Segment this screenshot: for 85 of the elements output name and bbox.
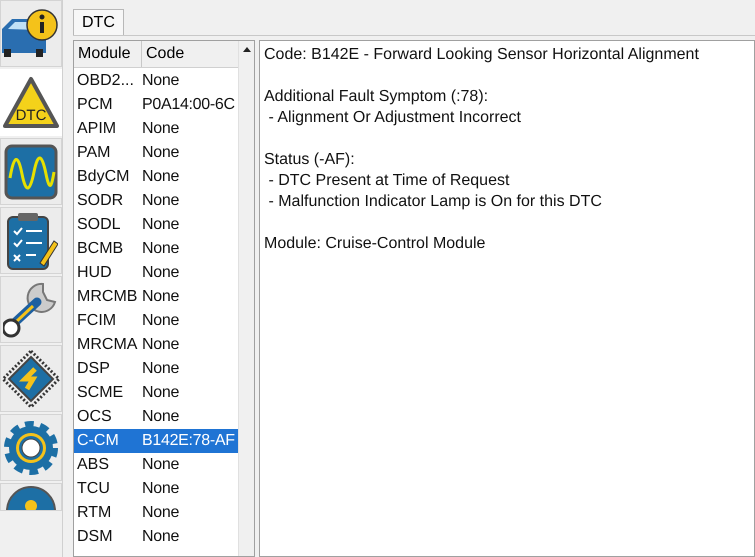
scroll-up-icon[interactable] xyxy=(243,47,251,52)
module-cell-text: SODL xyxy=(76,215,122,235)
table-row[interactable]: DSM None xyxy=(74,525,238,549)
table-row[interactable]: SODL None xyxy=(74,213,238,237)
detail-line: - DTC Present at Time of Request xyxy=(267,171,510,191)
module-cell-text: DSM xyxy=(76,527,114,547)
table-row[interactable]: SCME None xyxy=(74,381,238,405)
code-cell-text: None xyxy=(141,143,180,163)
table-row[interactable]: TCU None xyxy=(74,477,238,501)
module-cell-text: BCMB xyxy=(76,239,124,259)
module-cell-text: SCME xyxy=(76,383,124,403)
module-cell-text: PAM xyxy=(76,143,112,163)
table-row[interactable]: RTM None xyxy=(74,501,238,525)
toolbar-button[interactable] xyxy=(0,0,62,67)
module-cell-text: MRCMB xyxy=(76,287,138,307)
checklist-icon xyxy=(4,210,58,270)
toolbar-button[interactable] xyxy=(0,138,62,205)
table-row[interactable]: DSP None xyxy=(74,357,238,381)
table-row[interactable]: SODR None xyxy=(74,189,238,213)
module-cell-text: FCIM xyxy=(76,311,118,331)
dtc-label: DTC xyxy=(16,106,46,124)
module-cell-text: DSP xyxy=(76,359,111,379)
code-cell-text: None xyxy=(141,191,180,211)
module-cell-text: PCM xyxy=(76,95,114,115)
table-row[interactable]: BCMB None xyxy=(74,237,238,261)
table-row[interactable]: C-CM B142E:78-AF xyxy=(74,429,238,453)
code-cell-text: None xyxy=(141,215,180,235)
code-cell-text: P0A14:00-6C xyxy=(141,95,235,115)
table-row[interactable]: HUD None xyxy=(74,261,238,285)
module-cell-text: MRCMA xyxy=(76,335,138,355)
detail-line: Status (-AF): xyxy=(264,150,356,170)
column-header[interactable]: Module xyxy=(74,41,142,67)
code-cell-text: None xyxy=(141,407,180,427)
code-cell-text: None xyxy=(141,119,180,139)
oscilloscope-icon xyxy=(4,144,58,200)
code-cell-text: None xyxy=(141,383,180,403)
module-cell-text: OCS xyxy=(76,407,113,427)
round-badge-icon xyxy=(4,484,58,510)
detail-line: - Malfunction Indicator Lamp is On for this DTC xyxy=(267,192,603,212)
module-cell-text: APIM xyxy=(76,119,118,139)
code-cell-text: None xyxy=(141,335,180,355)
code-cell-text: None xyxy=(141,479,180,499)
tab[interactable]: DTC xyxy=(73,9,124,36)
code-cell-text: None xyxy=(141,311,180,331)
table-row[interactable]: OBD2... None xyxy=(74,69,238,93)
gear-icon xyxy=(2,418,60,476)
code-cell-text: None xyxy=(141,167,180,187)
table-row[interactable]: APIM None xyxy=(74,117,238,141)
detail-line: Code: B142E - Forward Looking Sensor Horizontal Alignment xyxy=(264,45,700,65)
code-cell-text: None xyxy=(141,455,180,475)
table-row[interactable]: ABS None xyxy=(74,453,238,477)
module-cell-text: SODR xyxy=(76,191,124,211)
detail-line: Additional Fault Symptom (:78): xyxy=(264,87,490,107)
code-cell-text: None xyxy=(141,263,180,283)
module-cell-text: RTM xyxy=(76,503,112,523)
module-cell-text: TCU xyxy=(76,479,111,499)
detail-line: - Alignment Or Adjustment Incorrect xyxy=(267,108,522,128)
table-row[interactable]: FCIM None xyxy=(74,309,238,333)
module-cell-text: OBD2... xyxy=(76,71,135,91)
module-cell-text: BdyCM xyxy=(76,167,130,187)
toolbar-button[interactable]: DTC xyxy=(0,69,62,136)
table-row[interactable]: MRCMB None xyxy=(74,285,238,309)
chip-icon xyxy=(1,348,61,408)
code-cell-text: B142E:78-AF xyxy=(141,431,235,451)
toolbar-button[interactable] xyxy=(0,345,62,412)
code-cell-text: None xyxy=(141,503,180,523)
toolbar-button[interactable] xyxy=(0,483,62,511)
code-cell-text: None xyxy=(141,527,180,547)
scrollbar[interactable] xyxy=(238,41,254,556)
column-header[interactable]: Code xyxy=(142,41,238,67)
table-row[interactable]: BdyCM None xyxy=(74,165,238,189)
toolbar-button[interactable] xyxy=(0,207,62,274)
module-cell-text: C-CM xyxy=(76,431,120,451)
toolbar-button[interactable] xyxy=(0,276,62,343)
code-cell-text: None xyxy=(141,287,180,307)
code-cell-text: None xyxy=(141,239,180,259)
code-cell-text: None xyxy=(141,71,180,91)
table-row[interactable]: MRCMA None xyxy=(74,333,238,357)
code-cell-text: None xyxy=(141,359,180,379)
table-row[interactable]: OCS None xyxy=(74,405,238,429)
table-row[interactable]: PCM P0A14:00-6C xyxy=(74,93,238,117)
table-row[interactable]: PAM None xyxy=(74,141,238,165)
detail-line: Module: Cruise-Control Module xyxy=(264,234,486,254)
module-cell-text: ABS xyxy=(76,455,110,475)
module-cell-text: HUD xyxy=(76,263,113,283)
